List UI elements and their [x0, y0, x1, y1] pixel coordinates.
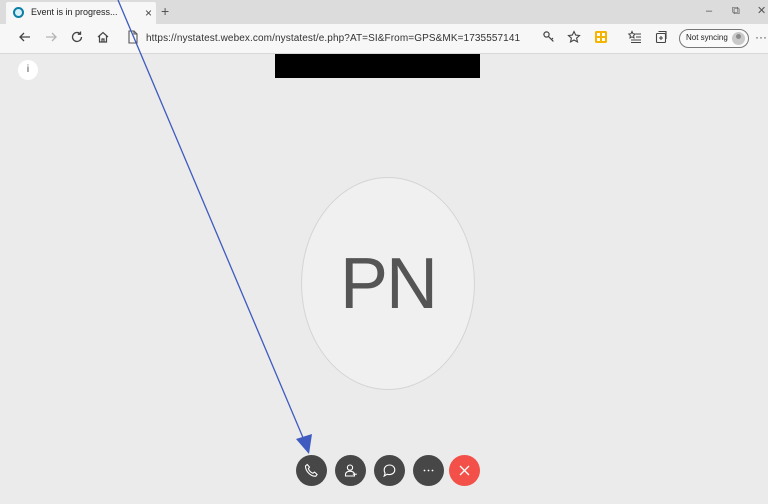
arrow-head-icon	[296, 434, 312, 454]
profile-sync-button[interactable]: Not syncing	[679, 29, 749, 48]
participants-button[interactable]	[335, 455, 366, 486]
favorites-list-icon[interactable]	[627, 30, 642, 47]
browser-tab[interactable]: Event is in progress... ×	[6, 2, 156, 24]
participants-icon	[344, 464, 357, 477]
address-bar[interactable]: https://nystatest.webex.com/nystatest/e.…	[146, 33, 520, 44]
settings-more-icon[interactable]: ···	[755, 30, 767, 44]
close-icon	[459, 465, 470, 476]
refresh-icon[interactable]	[70, 30, 84, 47]
favorite-star-icon[interactable]	[567, 30, 581, 47]
chat-icon	[383, 464, 396, 478]
participant-initials: PN	[339, 244, 438, 324]
page-info-icon[interactable]	[127, 30, 139, 47]
leave-button[interactable]	[449, 455, 480, 486]
chat-button[interactable]	[374, 455, 405, 486]
key-icon[interactable]	[542, 30, 556, 47]
participant-avatar: PN	[301, 177, 475, 390]
phone-icon	[304, 463, 318, 477]
tab-close-button[interactable]: ×	[145, 5, 152, 21]
profile-avatar-icon	[732, 32, 745, 45]
extension-icon[interactable]	[594, 30, 608, 47]
tab-strip: Event is in progress... × + – ⧉ ✕	[0, 0, 768, 24]
close-window-button[interactable]: ✕	[757, 4, 766, 18]
restore-button[interactable]: ⧉	[732, 4, 740, 18]
audio-button[interactable]	[296, 455, 327, 486]
browser-toolbar: https://nystatest.webex.com/nystatest/e.…	[0, 24, 768, 54]
tab-title: Event is in progress...	[31, 7, 118, 17]
minimize-button[interactable]: –	[706, 4, 712, 18]
forward-arrow-icon[interactable]	[44, 30, 58, 47]
sync-status-label: Not syncing	[686, 33, 728, 42]
collections-icon[interactable]	[654, 30, 668, 47]
redacted-meeting-title	[275, 54, 480, 78]
new-tab-button[interactable]: +	[161, 2, 169, 20]
back-arrow-icon[interactable]	[18, 30, 32, 47]
webex-favicon-icon	[13, 7, 24, 18]
more-icon	[423, 469, 434, 472]
home-icon[interactable]	[96, 30, 110, 47]
meeting-info-button[interactable]: i	[18, 60, 38, 80]
more-options-button[interactable]	[413, 455, 444, 486]
